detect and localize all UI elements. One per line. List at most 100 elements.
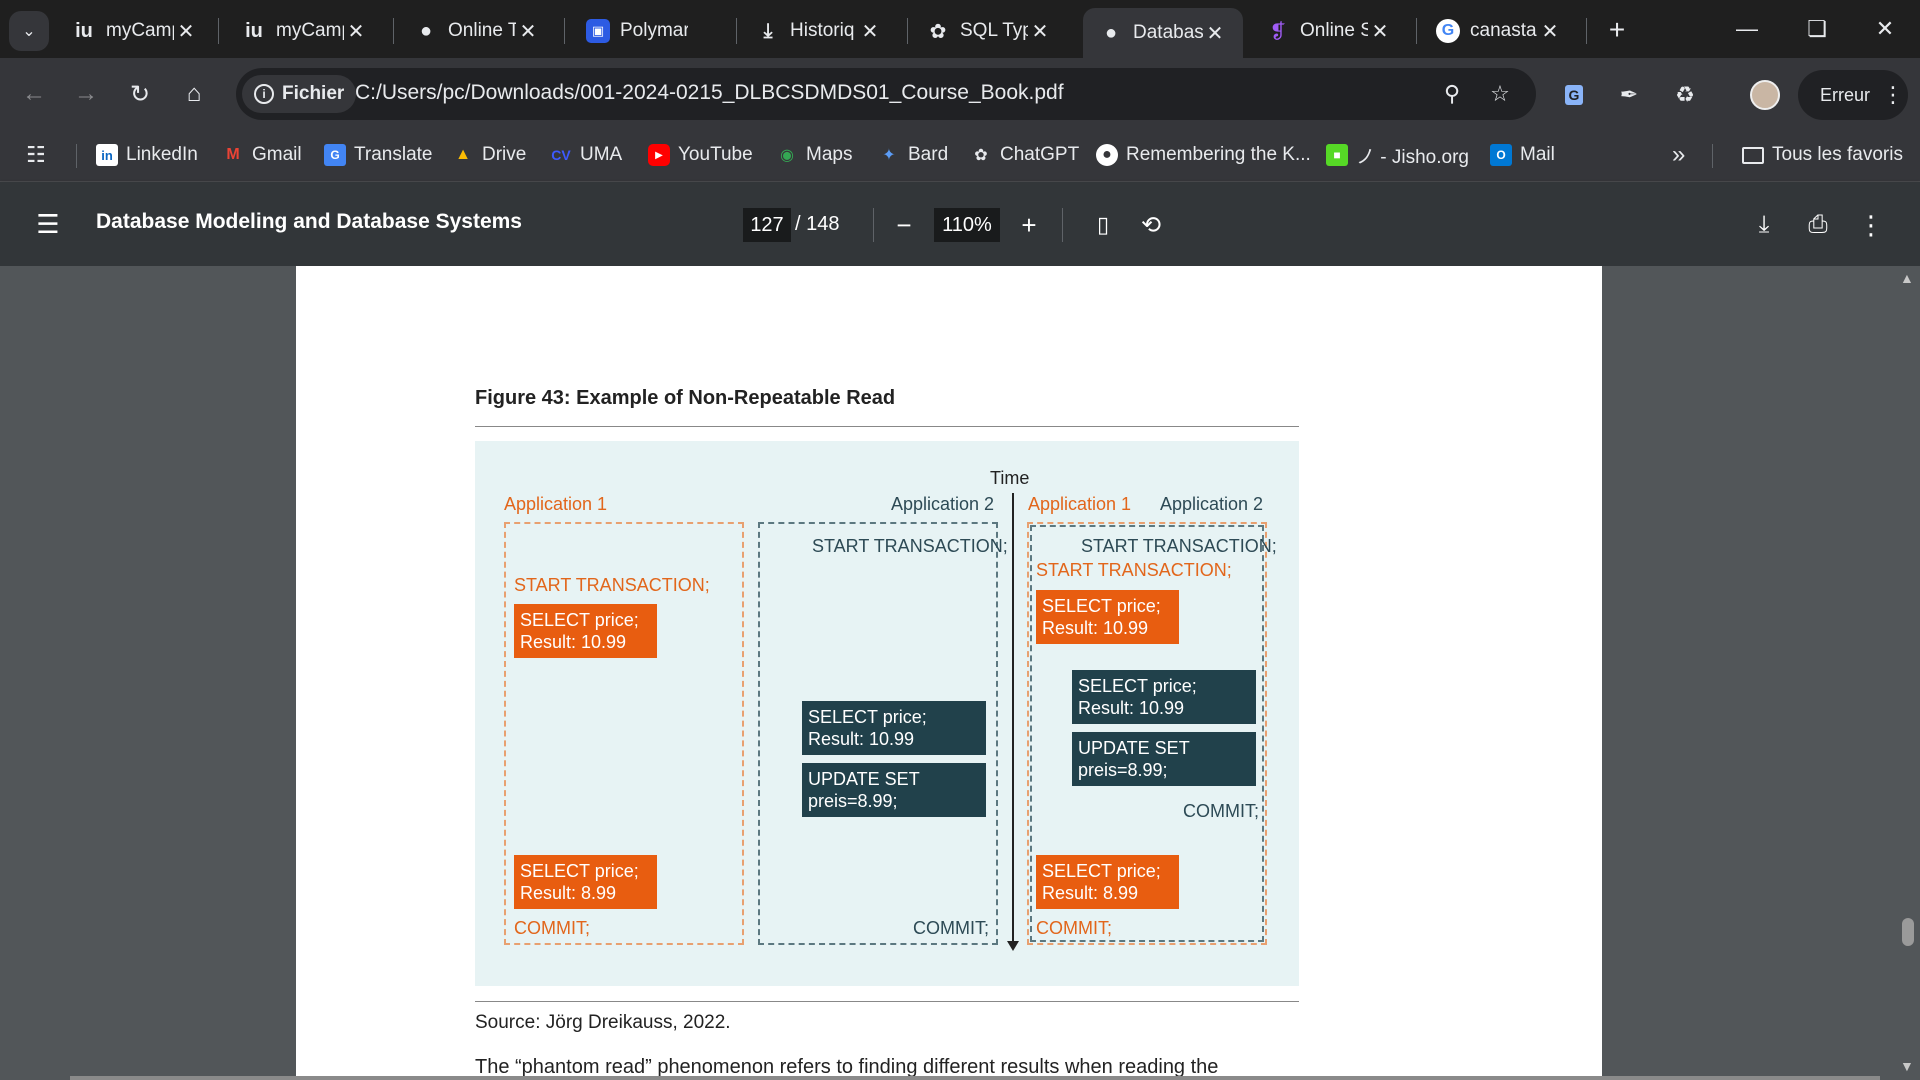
- pdf-document-area[interactable]: Figure 43: Example of Non-Repeatable Rea…: [0, 266, 1920, 1080]
- close-icon[interactable]: ✕: [174, 19, 198, 44]
- bookmark-remembering-kanji[interactable]: ● Remembering the K...: [1096, 130, 1311, 180]
- outlook-icon: O: [1490, 144, 1512, 166]
- bookmark-label: ノ - Jisho.org: [1356, 146, 1469, 168]
- star-icon[interactable]: ☆: [1486, 80, 1514, 108]
- tab-title: SQL Typ: [960, 20, 1028, 41]
- horizontal-scrollbar[interactable]: [70, 1076, 1880, 1080]
- profile-error-button[interactable]: Erreur ⋮: [1798, 70, 1908, 120]
- bookmark-youtube[interactable]: ▶ YouTube: [648, 130, 753, 180]
- tab-mycampus-1[interactable]: iu myCamp ✕: [56, 8, 214, 54]
- bookmark-translate[interactable]: G Translate: [324, 130, 433, 180]
- minimize-button[interactable]: —: [1712, 0, 1782, 58]
- tab-canasta[interactable]: G canasta ✕: [1420, 8, 1578, 54]
- right-app2-select: SELECT price; Result: 10.99: [1072, 670, 1256, 724]
- bookmark-jisho[interactable]: ■ ノ - Jisho.org: [1326, 130, 1469, 180]
- jisho-icon: ■: [1326, 144, 1348, 166]
- close-icon[interactable]: ✕: [1538, 19, 1562, 44]
- scroll-down-arrow-icon[interactable]: ▼: [1900, 1058, 1914, 1074]
- tab-historique[interactable]: ⤓ Historiq ✕: [740, 8, 898, 54]
- bookmark-label: UMA: [580, 144, 623, 165]
- close-icon[interactable]: ✕: [858, 19, 882, 44]
- google-translate-icon[interactable]: G: [1557, 78, 1591, 112]
- close-icon[interactable]: ✕: [1203, 21, 1227, 46]
- close-window-button[interactable]: ✕: [1850, 0, 1920, 58]
- fit-page-button[interactable]: ▯: [1084, 206, 1122, 244]
- download-icon: ⤓: [1758, 211, 1770, 238]
- reload-button[interactable]: ↻: [120, 74, 160, 114]
- bookmark-label: YouTube: [678, 144, 753, 165]
- time-label: Time: [990, 468, 1030, 488]
- toolbar-separator: [1062, 208, 1063, 242]
- bookmark-drive[interactable]: ▲ Drive: [452, 130, 526, 180]
- tab-title: canasta: [1470, 20, 1537, 41]
- bookmark-gmail[interactable]: M Gmail: [222, 130, 301, 180]
- zoom-icon[interactable]: ⚲: [1438, 80, 1466, 108]
- profile-avatar[interactable]: [1750, 80, 1780, 110]
- left-app1-start: START TRANSACTION;: [514, 575, 710, 595]
- home-button[interactable]: ⌂: [174, 74, 214, 114]
- tab-polymarket[interactable]: ▣ Polymar: [570, 8, 728, 54]
- sidebar-menu-button[interactable]: ☰: [30, 206, 66, 242]
- right-app1-label: Application 1: [1028, 494, 1132, 514]
- iu-icon: iu: [75, 19, 93, 42]
- tab-online-t[interactable]: ● Online T ✕: [398, 8, 556, 54]
- extensions-puzzle-icon[interactable]: ♻: [1668, 78, 1702, 112]
- extension-feather-icon[interactable]: ✒: [1612, 78, 1646, 112]
- bookmark-uma[interactable]: CV UMA: [550, 130, 622, 180]
- bookmark-label: Drive: [482, 144, 527, 165]
- zoom-out-button[interactable]: −: [885, 206, 923, 244]
- forward-button[interactable]: →: [66, 74, 106, 114]
- close-icon[interactable]: ✕: [516, 19, 540, 44]
- tab-separator: [907, 18, 908, 44]
- tab-online-s[interactable]: ❡ Online S ✕: [1250, 8, 1408, 54]
- close-icon[interactable]: ✕: [1368, 19, 1392, 44]
- block-line: SELECT price;: [1042, 861, 1161, 881]
- tab-mycampus-2[interactable]: iu myCamp ✕: [226, 8, 384, 54]
- restore-button[interactable]: ❏: [1782, 0, 1852, 58]
- chatgpt-icon: ✿: [974, 147, 988, 164]
- block-line: SELECT price;: [1078, 676, 1197, 696]
- info-icon: i: [254, 84, 274, 104]
- bookmark-mail[interactable]: O Mail: [1490, 130, 1555, 180]
- download-button[interactable]: ⤓: [1745, 206, 1783, 244]
- plus-icon: +: [1021, 209, 1037, 240]
- bookmark-linkedin[interactable]: in LinkedIn: [96, 130, 198, 180]
- bookmark-label: Mail: [1520, 144, 1555, 165]
- more-actions-button[interactable]: ⋮: [1852, 206, 1890, 244]
- tab-sql-types[interactable]: ✿ SQL Typ ✕: [910, 8, 1068, 54]
- bookmark-maps[interactable]: ◉ Maps: [776, 130, 852, 180]
- right-app2-update: UPDATE SET preis=8.99;: [1072, 732, 1256, 786]
- tab-database-active[interactable]: ● Databas ✕: [1083, 8, 1243, 58]
- zoom-level-input[interactable]: 110%: [934, 208, 1000, 242]
- vertical-scrollbar-thumb[interactable]: [1902, 918, 1914, 946]
- restore-icon: ❏: [1807, 16, 1827, 41]
- back-button[interactable]: ←: [14, 74, 54, 114]
- right-app1-start: START TRANSACTION;: [1036, 560, 1232, 580]
- left-app2-select: SELECT price; Result: 10.99: [802, 701, 986, 755]
- page-number-input[interactable]: 127: [743, 208, 791, 242]
- url-text[interactable]: C:/Users/pc/Downloads/001-2024-0215_DLBC…: [355, 81, 1064, 105]
- left-app1-commit: COMMIT;: [514, 918, 590, 938]
- bookmark-bard[interactable]: ✦ Bard: [878, 130, 948, 180]
- bookmark-chatgpt[interactable]: ✿ ChatGPT: [970, 130, 1079, 180]
- rotate-button[interactable]: ⟲: [1132, 206, 1170, 244]
- apps-grid-button[interactable]: ☷: [26, 130, 46, 180]
- address-bar[interactable]: i Fichier C:/Users/pc/Downloads/001-2024…: [236, 68, 1536, 120]
- bookmark-label: Translate: [354, 144, 433, 165]
- tab-search-button[interactable]: ⌄: [9, 11, 49, 51]
- close-icon[interactable]: ✕: [344, 19, 368, 44]
- linkedin-icon: in: [96, 144, 118, 166]
- print-button[interactable]: ⎙: [1799, 206, 1837, 244]
- scroll-up-arrow-icon[interactable]: ▲: [1900, 270, 1914, 286]
- site-info-chip[interactable]: i Fichier: [242, 75, 357, 113]
- all-bookmarks-folder[interactable]: Tous les favoris: [1742, 130, 1903, 180]
- zoom-in-button[interactable]: +: [1010, 206, 1048, 244]
- arrow-left-icon: ←: [22, 80, 46, 107]
- block-line: preis=8.99;: [808, 791, 898, 811]
- tab-separator: [564, 18, 565, 44]
- bookmark-separator: [1712, 144, 1713, 168]
- new-tab-button[interactable]: +: [1600, 13, 1634, 47]
- bookmarks-overflow-button[interactable]: »: [1672, 130, 1685, 180]
- close-icon[interactable]: ✕: [1028, 19, 1052, 44]
- translate-icon: G: [324, 144, 346, 166]
